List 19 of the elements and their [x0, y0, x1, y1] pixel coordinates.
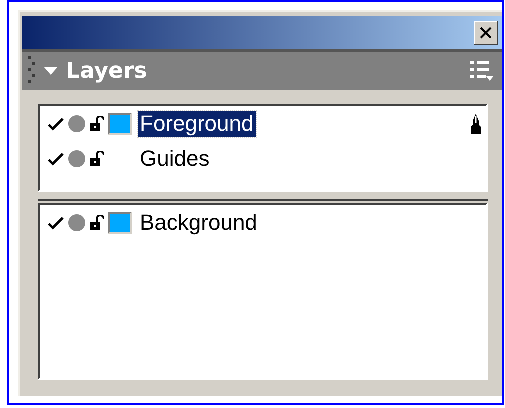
unlocked-padlock-icon[interactable] [90, 214, 104, 230]
layer-name[interactable]: Guides [138, 146, 212, 172]
visibility-check-icon[interactable] [48, 216, 64, 230]
color-swatch[interactable] [108, 112, 132, 134]
close-icon [480, 27, 492, 39]
layer-name[interactable]: Background [138, 210, 260, 236]
options-menu-icon[interactable] [470, 60, 494, 82]
dot-icon[interactable] [68, 150, 86, 168]
unlocked-padlock-icon[interactable] [90, 150, 104, 166]
dot-icon[interactable] [68, 114, 86, 132]
dot-icon[interactable] [68, 214, 86, 232]
panel-title: Layers [66, 58, 148, 86]
close-button[interactable] [474, 21, 498, 45]
collapse-triangle-icon[interactable] [44, 66, 58, 76]
layer-name[interactable]: Foreground [138, 110, 256, 136]
visibility-check-icon[interactable] [48, 116, 64, 130]
unlocked-padlock-icon[interactable] [90, 116, 104, 132]
color-swatch[interactable] [108, 212, 132, 234]
visibility-check-icon[interactable] [48, 152, 64, 166]
